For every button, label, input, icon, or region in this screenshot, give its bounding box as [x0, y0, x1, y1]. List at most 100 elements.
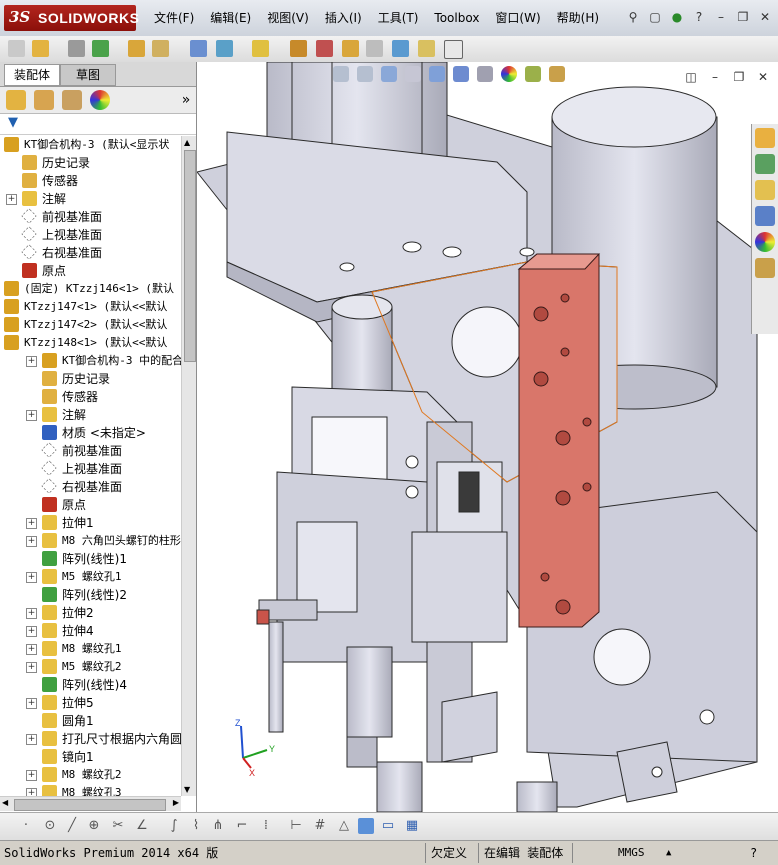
new-document-icon[interactable]: ▢: [646, 8, 664, 26]
scroll-thumb[interactable]: [184, 150, 196, 362]
expand-icon[interactable]: +: [26, 410, 37, 421]
tree-horizontal-scrollbar[interactable]: ◀ ▶: [0, 796, 181, 811]
tree-item[interactable]: + 打孔尺寸根据内六角圆: [0, 730, 181, 748]
close-icon[interactable]: ✕: [756, 8, 774, 26]
filter-icon[interactable]: ▼: [8, 115, 18, 130]
exploded-view-icon[interactable]: [342, 40, 359, 57]
tree-item[interactable]: -KT御合机构-3 (默认<显示状: [0, 136, 181, 154]
restore-icon[interactable]: ❐: [734, 8, 752, 26]
interference-detection-icon[interactable]: [392, 40, 409, 57]
tree-item[interactable]: 前视基准面: [0, 442, 181, 460]
scroll-left-arrow[interactable]: ◀: [2, 798, 8, 807]
display-pane-icon[interactable]: ▭: [380, 818, 396, 834]
tree-item[interactable]: 材质 <未指定>: [0, 424, 181, 442]
tree-item[interactable]: 历史记录: [0, 154, 181, 172]
tree-vertical-scrollbar[interactable]: ▲ ▼: [181, 136, 196, 796]
tree-item[interactable]: 右视基准面: [0, 478, 181, 496]
sketch-icon[interactable]: ·: [18, 818, 34, 834]
tree-item[interactable]: +KTzzj147<2> (默认<<默认: [0, 316, 181, 334]
tree-item[interactable]: + 注解: [0, 190, 181, 208]
pin-icon[interactable]: ⚲: [624, 8, 642, 26]
tree-item[interactable]: +KTzzj147<1> (默认<<默认: [0, 298, 181, 316]
expand-icon[interactable]: +: [26, 770, 37, 781]
mirror-entities-icon[interactable]: ⋔: [210, 818, 226, 834]
viewport-close-icon[interactable]: ✕: [754, 68, 772, 86]
linear-pattern-icon[interactable]: [92, 40, 109, 57]
expand-icon[interactable]: +: [26, 788, 37, 796]
tree-item[interactable]: -KTzzj148<1> (默认<<默认: [0, 334, 181, 352]
reference-geometry-icon[interactable]: [252, 40, 269, 57]
tree-item[interactable]: 原点: [0, 496, 181, 514]
tree-item[interactable]: 历史记录: [0, 370, 181, 388]
angle-icon[interactable]: ∠: [134, 818, 150, 834]
status-units[interactable]: MMGS: [618, 845, 645, 861]
tree-filter[interactable]: ▼: [0, 114, 196, 135]
previous-view-icon[interactable]: [381, 66, 397, 82]
tree-item[interactable]: +(固定) KTzzj146<1> (默认: [0, 280, 181, 298]
view-orientation-icon[interactable]: [429, 66, 445, 82]
assembly-model[interactable]: [197, 62, 778, 812]
quick-tips-icon[interactable]: ?: [750, 845, 757, 861]
corner-icon[interactable]: ⌐: [234, 818, 250, 834]
box-view-icon[interactable]: [358, 818, 374, 834]
edit-component-icon[interactable]: [8, 40, 25, 57]
tree-item[interactable]: + M5 螺纹孔2: [0, 658, 181, 676]
tree-item[interactable]: 传感器: [0, 388, 181, 406]
scroll-down-arrow[interactable]: ▼: [184, 785, 190, 794]
bill-of-materials-icon[interactable]: [316, 40, 333, 57]
smart-fasteners-icon[interactable]: [128, 40, 145, 57]
spline-icon[interactable]: ∫: [166, 818, 182, 834]
apply-scene-icon[interactable]: [525, 66, 541, 82]
tab-sketch[interactable]: 草图: [60, 64, 116, 86]
edit-appearance-icon[interactable]: [501, 66, 517, 82]
tree-item[interactable]: + M8 六角凹头螺钉的柱形: [0, 532, 181, 550]
view-palette-icon[interactable]: [755, 206, 775, 226]
tree-item[interactable]: + 拉伸5: [0, 694, 181, 712]
tree-item[interactable]: 前视基准面: [0, 208, 181, 226]
tree-item[interactable]: 上视基准面: [0, 226, 181, 244]
minimize-icon[interactable]: –: [712, 8, 730, 26]
expand-icon[interactable]: +: [26, 644, 37, 655]
expand-icon[interactable]: +: [26, 734, 37, 745]
tree-item[interactable]: + 拉伸1: [0, 514, 181, 532]
instant3d-icon[interactable]: [444, 40, 463, 59]
display-manager-icon[interactable]: [90, 90, 110, 110]
tree-item[interactable]: 镜向1: [0, 748, 181, 766]
tree-item[interactable]: + 拉伸2: [0, 604, 181, 622]
point-icon[interactable]: ⊙: [42, 818, 58, 834]
scroll-up-arrow[interactable]: ▲: [184, 138, 190, 147]
hide-show-items-icon[interactable]: [477, 66, 493, 82]
graphics-area[interactable]: ◫ – ❐ ✕ Z Y X: [197, 62, 778, 812]
solidworks-resources-icon[interactable]: [755, 128, 775, 148]
tree-item[interactable]: 右视基准面: [0, 244, 181, 262]
menu-edit[interactable]: 编辑(E): [202, 0, 259, 36]
show-hidden-icon[interactable]: [190, 40, 207, 57]
tree-item[interactable]: + M5 螺纹孔1: [0, 568, 181, 586]
section-view-icon[interactable]: [405, 66, 421, 82]
line-icon[interactable]: ╱: [64, 818, 80, 834]
expand-icon[interactable]: +: [26, 536, 37, 547]
tree-item[interactable]: + M8 螺纹孔1: [0, 640, 181, 658]
viewport-split-icon[interactable]: ◫: [682, 68, 700, 86]
tree-item[interactable]: 上视基准面: [0, 460, 181, 478]
expand-icon[interactable]: +: [6, 194, 17, 205]
tree-item[interactable]: + 拉伸4: [0, 622, 181, 640]
configuration-manager-icon[interactable]: [62, 90, 82, 110]
construction-line-icon[interactable]: ⁞: [258, 818, 274, 834]
trim-icon[interactable]: ✂: [110, 818, 126, 834]
tree-item[interactable]: + M8 螺纹孔3: [0, 784, 181, 796]
menu-insert[interactable]: 插入(I): [317, 0, 370, 36]
menu-tools[interactable]: 工具(T): [370, 0, 427, 36]
mate-icon[interactable]: [68, 40, 85, 57]
expand-icon[interactable]: +: [26, 662, 37, 673]
triangle-icon[interactable]: △: [336, 818, 352, 834]
clearance-verification-icon[interactable]: [418, 40, 435, 57]
new-motion-study-icon[interactable]: [290, 40, 307, 57]
tree-item[interactable]: 原点: [0, 262, 181, 280]
viewport-minimize-icon[interactable]: –: [706, 68, 724, 86]
menu-toolbox[interactable]: Toolbox: [426, 0, 487, 36]
tree-item[interactable]: 圆角1: [0, 712, 181, 730]
custom-properties-icon[interactable]: [755, 258, 775, 278]
feature-manager-icon[interactable]: [6, 90, 26, 110]
assembly-features-icon[interactable]: [216, 40, 233, 57]
